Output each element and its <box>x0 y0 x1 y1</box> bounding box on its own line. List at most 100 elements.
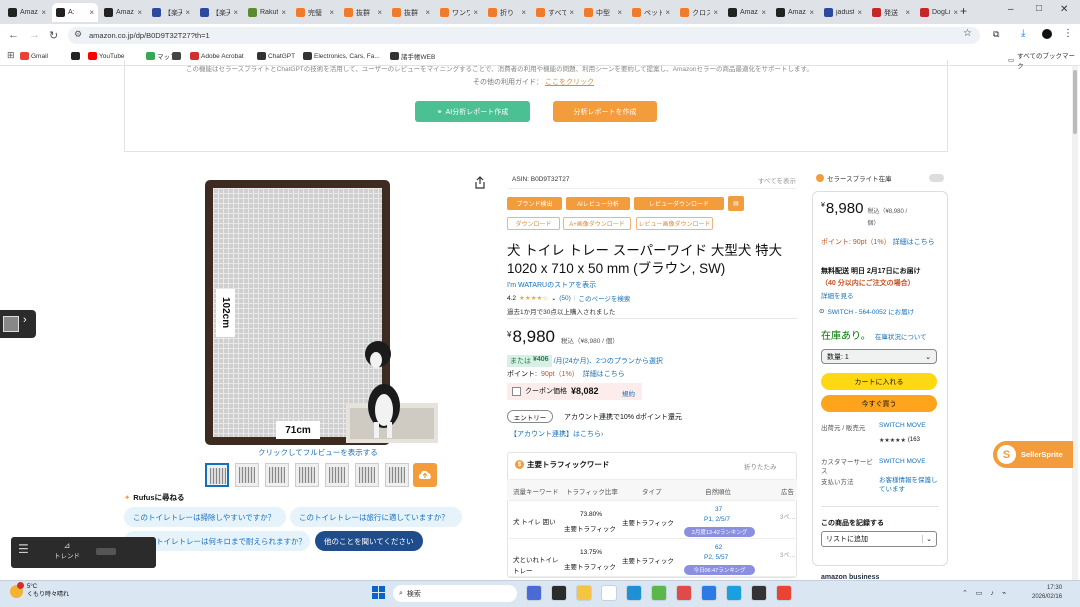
gallery-thumbnail[interactable] <box>265 463 289 487</box>
tab-close-icon[interactable]: × <box>281 8 286 17</box>
rufus-ask-other[interactable]: 他のことを聞いてください <box>315 531 423 551</box>
tab-close-icon[interactable]: × <box>521 8 526 17</box>
browser-tab[interactable]: ペット × <box>628 3 674 22</box>
location-link[interactable]: SWITCH - 564-0052 にお届け <box>827 306 914 316</box>
browser-tab[interactable]: 発送 × <box>868 3 914 22</box>
tab-close-icon[interactable]: × <box>953 8 958 17</box>
tab-close-icon[interactable]: × <box>617 8 622 17</box>
browser-tab[interactable]: Amazon× <box>772 3 818 22</box>
stock-link[interactable]: 在庫状況について <box>875 331 927 341</box>
tab-close-icon[interactable]: × <box>857 8 862 17</box>
gallery-thumbnail[interactable] <box>235 463 259 487</box>
profile-icon[interactable] <box>1042 29 1052 39</box>
browser-tab[interactable]: 抜群 × <box>340 3 386 22</box>
weather-widget[interactable]: 5°C くもり時々晴れ <box>10 581 69 599</box>
bookmark-item[interactable]: YouTube <box>88 50 125 62</box>
tag-brand-detect[interactable]: ブランド検出 <box>507 197 562 210</box>
traffic-column-header[interactable]: トラフィック比率 <box>566 486 618 496</box>
coupon-checkbox[interactable] <box>512 386 521 396</box>
bookmark-star-icon[interactable]: ☆ <box>963 28 972 39</box>
tag-download[interactable]: ダウンロード <box>507 217 560 230</box>
taskbar-app-icon[interactable] <box>526 585 542 601</box>
browser-tab[interactable]: すべて × <box>532 3 578 22</box>
scrollbar-thumb[interactable] <box>1073 70 1077 134</box>
maximize-button[interactable]: □ <box>1036 3 1042 14</box>
taskbar-app-icon[interactable] <box>751 585 767 601</box>
extension-icon[interactable]: ⧉ <box>993 29 999 40</box>
search-page-link[interactable]: このページを検索 <box>578 293 630 303</box>
minimize-button[interactable]: – <box>1008 4 1014 15</box>
tab-close-icon[interactable]: × <box>569 8 574 17</box>
browser-tab[interactable]: Amazon× <box>100 3 146 22</box>
coupon-terms[interactable]: 規約 <box>622 388 635 398</box>
browser-tab[interactable]: ワンワン× <box>436 3 482 22</box>
browser-tab[interactable]: 【楽天】× <box>148 3 194 22</box>
quantity-select[interactable]: 数量: 1 ⌄ <box>821 349 937 364</box>
menu-icon[interactable]: ⋮ <box>1063 28 1073 39</box>
gallery-thumbnail[interactable] <box>325 463 349 487</box>
browser-tab[interactable]: 折り × <box>484 3 530 22</box>
browser-tab[interactable]: 抜群 × <box>388 3 434 22</box>
rating-stars[interactable]: ★★★★☆ <box>519 294 548 302</box>
browser-tab[interactable]: クロス × <box>676 3 722 22</box>
tag-aplus-download[interactable]: A+画像ダウンロード <box>563 217 631 230</box>
browser-tab[interactable]: A: × <box>52 3 98 22</box>
rufus-question-1[interactable]: このトイレトレーは掃除しやすいですか？ <box>124 507 286 527</box>
tag-extra-icon[interactable]: ▤ <box>728 196 744 211</box>
tab-close-icon[interactable]: × <box>761 8 766 17</box>
taskbar-app-icon[interactable] <box>726 585 742 601</box>
tab-close-icon[interactable]: × <box>425 8 430 17</box>
traffic-column-header[interactable]: 広告 <box>781 486 794 496</box>
page-scrollbar[interactable] <box>1072 66 1078 580</box>
add-to-cart-button[interactable]: カートに入れる <box>821 373 937 390</box>
browser-tab[interactable]: 中型 × <box>580 3 626 22</box>
tab-close-icon[interactable]: × <box>905 8 910 17</box>
review-count[interactable]: (50) <box>559 295 571 302</box>
zoom-hint[interactable]: クリックしてフルビューを表示する <box>258 447 378 458</box>
points-detail-link[interactable]: 詳細はこちら <box>583 369 625 379</box>
taskbar-app-icon[interactable] <box>626 585 642 601</box>
rufus-question-2[interactable]: このトイレトレーは旅行に適していますか？ <box>290 507 462 527</box>
installment-link[interactable]: /月(24か月)、2つのプランから選択 <box>554 356 663 366</box>
forward-icon[interactable]: → <box>29 29 40 41</box>
gallery-thumbnail[interactable] <box>385 463 409 487</box>
browser-tab[interactable]: 完璧 × <box>292 3 338 22</box>
taskbar-app-icon[interactable] <box>651 585 667 601</box>
browser-tab[interactable]: 【楽天】× <box>196 3 242 22</box>
traffic-column-header[interactable]: 流量キーワード <box>513 486 559 496</box>
tray-icons[interactable]: ⌃ ▭ ♪ ⌁ <box>962 589 1009 597</box>
tab-close-icon[interactable]: × <box>41 8 46 17</box>
share-icon[interactable] <box>474 176 486 189</box>
tab-close-icon[interactable]: × <box>185 8 190 17</box>
payment-value[interactable]: お客様情報を保護しています <box>879 476 941 494</box>
taskbar-app-icon[interactable] <box>551 585 567 601</box>
entry-button[interactable]: エントリー <box>507 410 553 423</box>
account-link[interactable]: 【アカウント連携】はこちら› <box>510 429 603 439</box>
taskbar-app-icon[interactable] <box>576 585 592 601</box>
click-here-link[interactable]: ここをクリック <box>545 77 594 87</box>
list-select[interactable]: リストに追加 ⌄ <box>821 531 937 547</box>
traffic-collapse[interactable]: 折りたたみ <box>744 461 777 471</box>
traffic-column-header[interactable]: タイプ <box>642 486 662 496</box>
back-icon[interactable]: ← <box>8 29 19 41</box>
traffic-rank[interactable]: 37 <box>715 506 722 513</box>
url-text[interactable]: amazon.co.jp/dp/B0D9T32T27?th=1 <box>89 31 210 40</box>
download-icon[interactable]: ⤓ <box>1021 28 1025 39</box>
gallery-thumbnail[interactable] <box>295 463 319 487</box>
traffic-column-header[interactable]: 自然順位 <box>705 486 731 496</box>
taskbar-app-icon[interactable] <box>776 585 792 601</box>
new-tab-button[interactable]: + <box>960 4 967 18</box>
browser-tab[interactable]: DogLi × <box>916 3 962 22</box>
ai-report-button[interactable]: ⚭ AI分析レポート作成 <box>415 101 530 122</box>
sellersprite-button[interactable]: S SellerSprite <box>993 441 1073 468</box>
tab-close-icon[interactable]: × <box>809 8 814 17</box>
buy-now-button[interactable]: 今すぐ買う <box>821 395 937 412</box>
tab-close-icon[interactable]: × <box>665 8 670 17</box>
traffic-keyword[interactable]: 犬 トイレ 囲い <box>513 517 563 528</box>
store-link[interactable]: I'm WATARUのストアを表示 <box>507 280 596 290</box>
tag-review-download[interactable]: レビューダウンロード <box>634 197 724 210</box>
gallery-thumbnail[interactable] <box>355 463 379 487</box>
browser-tab[interactable]: Amazon× <box>724 3 770 22</box>
tab-close-icon[interactable]: × <box>137 8 142 17</box>
trend-button[interactable]: ⊿ トレンド <box>54 541 80 560</box>
